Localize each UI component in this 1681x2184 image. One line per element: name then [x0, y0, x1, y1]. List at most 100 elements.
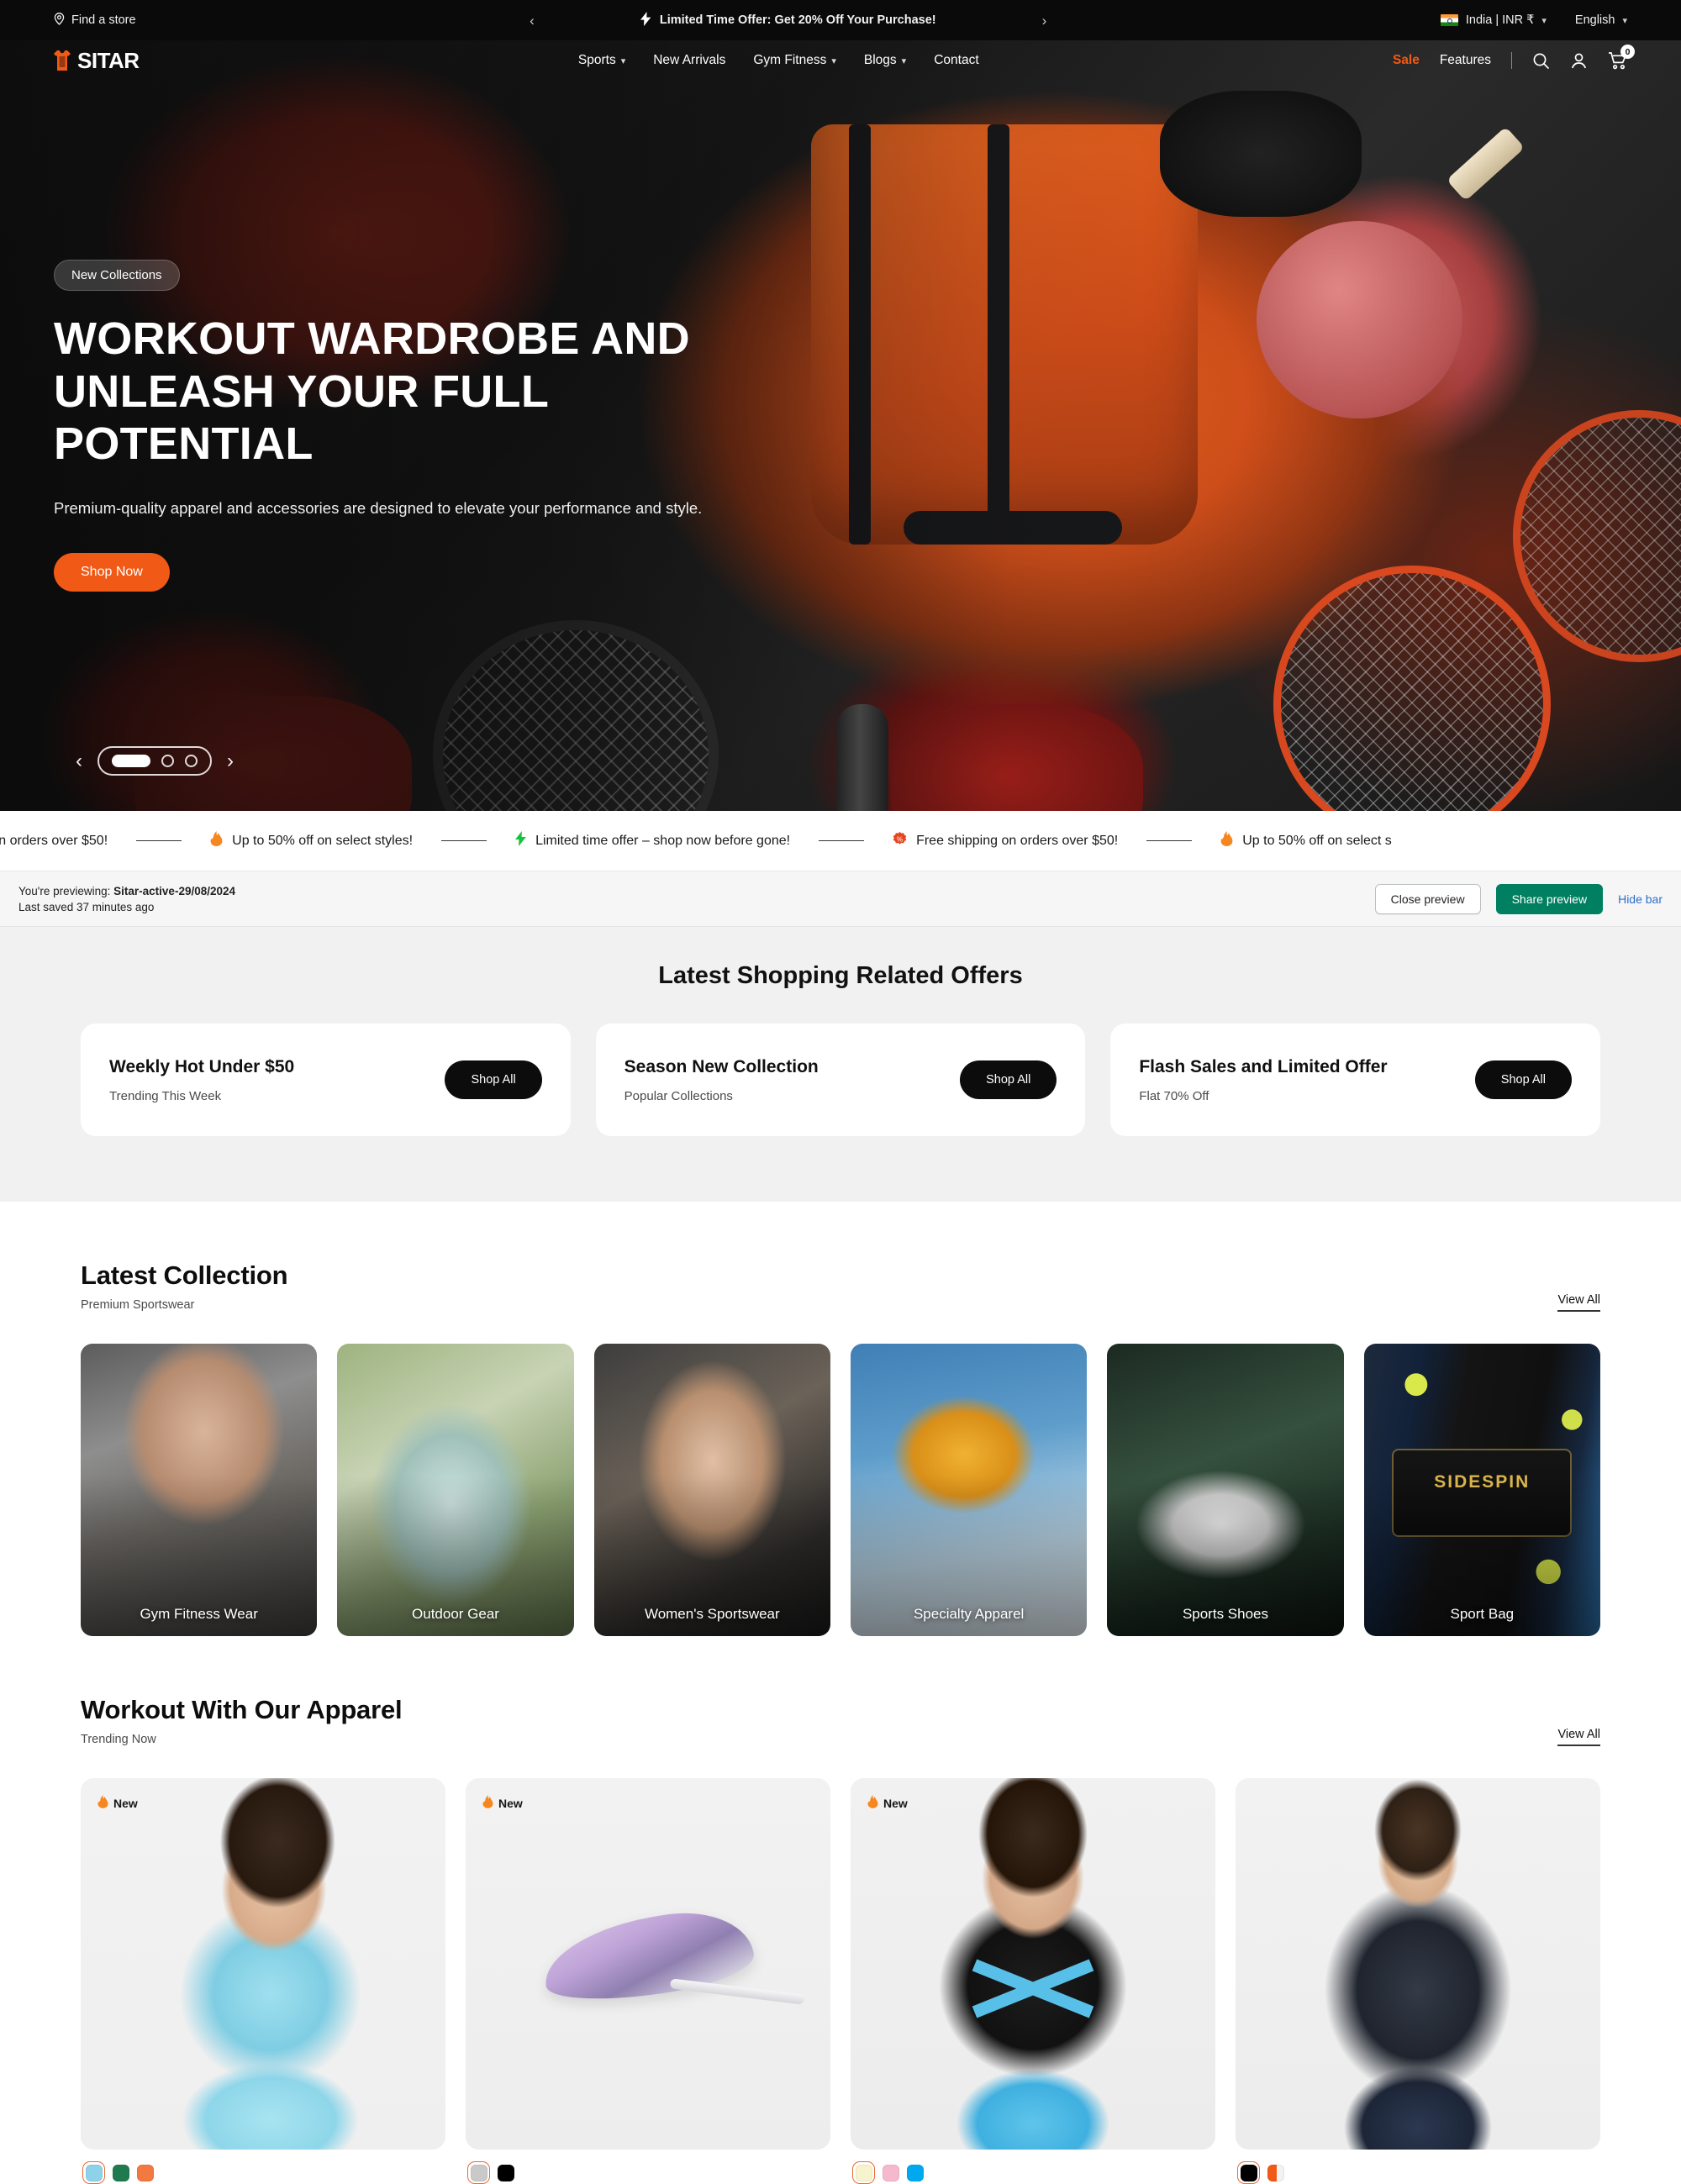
brand-logo[interactable]: SITAR: [54, 48, 140, 74]
nav-item-gym-fitness[interactable]: Gym Fitness ▾: [753, 53, 836, 68]
collection-card-gym-fitness-wear[interactable]: Gym Fitness Wear: [81, 1344, 318, 1636]
collection-label: Sport Bag: [1450, 1606, 1515, 1622]
hide-bar-link[interactable]: Hide bar: [1618, 892, 1663, 906]
hero-next-icon[interactable]: ›: [227, 750, 234, 771]
close-preview-button[interactable]: Close preview: [1374, 883, 1481, 914]
status-badge: New: [482, 1795, 523, 1811]
offer-title: Weekly Hot Under $50: [109, 1056, 295, 1076]
status-badge: New: [97, 1795, 138, 1811]
color-swatch-selected[interactable]: [852, 2161, 875, 2184]
offer-card[interactable]: Season New Collection Popular Collection…: [595, 1024, 1086, 1136]
offer-shop-all-button[interactable]: Shop All: [1474, 1060, 1573, 1099]
view-all-products-link[interactable]: View All: [1557, 1728, 1600, 1746]
badge-label: New: [498, 1796, 523, 1810]
offers-row: Weekly Hot Under $50 Trending This Week …: [0, 1024, 1681, 1136]
hero-dot-1[interactable]: [112, 755, 150, 767]
badge-label: New: [113, 1796, 138, 1810]
collection-label: Sports Shoes: [1182, 1606, 1268, 1622]
image-overlay: [337, 1344, 574, 1636]
color-swatch-selected[interactable]: [1237, 2161, 1260, 2184]
offer-shop-all-button[interactable]: Shop All: [960, 1060, 1057, 1099]
badge-label: New: [883, 1796, 908, 1810]
country-currency-selector[interactable]: India | INR ₹ ▾: [1440, 13, 1547, 27]
image-overlay: [81, 1344, 318, 1636]
main-navigation: Sports ▾ New Arrivals Gym Fitness ▾ Blog…: [165, 53, 1393, 68]
preview-info: You're previewing: Sitar-active-29/08/20…: [18, 885, 235, 913]
nav-item-sports[interactable]: Sports ▾: [578, 53, 625, 68]
site-header: SITAR Sports ▾ New Arrivals Gym Fitness …: [0, 40, 1681, 81]
find-a-store-link[interactable]: Find a store: [54, 12, 136, 29]
offer-shop-all-button[interactable]: Shop All: [445, 1060, 542, 1099]
nav-item-new-arrivals[interactable]: New Arrivals: [653, 53, 725, 68]
color-swatch[interactable]: [137, 2164, 154, 2181]
swatch-color: [470, 2164, 487, 2181]
marquee-item: Up to 50% off on select s: [1192, 831, 1420, 850]
collection-card-specialty-apparel[interactable]: Specialty Apparel: [850, 1344, 1088, 1636]
product-image[interactable]: [1236, 1778, 1600, 2150]
offer-title: Season New Collection: [624, 1056, 819, 1076]
nav-label: Sports: [577, 53, 616, 67]
collection-card-outdoor-gear[interactable]: Outdoor Gear: [337, 1344, 574, 1636]
preview-actions: Close preview Share preview Hide bar: [1374, 883, 1663, 914]
marquee-text: Up to 50% off on select styles!: [232, 833, 414, 848]
collection-card-womens-sportswear[interactable]: Women's Sportswear: [593, 1344, 830, 1636]
hero-prev-icon[interactable]: ‹: [76, 750, 82, 771]
product-image[interactable]: New: [851, 1778, 1215, 2150]
shopping-cart-icon[interactable]: 0: [1608, 45, 1635, 70]
offers-heading: Latest Shopping Related Offers: [658, 962, 1023, 989]
theme-preview-bar: You're previewing: Sitar-active-29/08/20…: [0, 871, 1681, 927]
collection-label: Gym Fitness Wear: [140, 1606, 258, 1622]
nav-item-blogs[interactable]: Blogs ▾: [864, 53, 906, 68]
color-swatch[interactable]: [113, 2164, 129, 2181]
offer-text: Weekly Hot Under $50 Trending This Week: [109, 1057, 294, 1103]
color-swatch-selected[interactable]: [467, 2161, 490, 2184]
hero-title-line-1: WORKOUT WARDROBE AND: [54, 313, 690, 365]
sale-link[interactable]: Sale: [1393, 53, 1420, 68]
announcement-text: Limited Time Offer: Get 20% Off Your Pur…: [659, 13, 936, 27]
product-image[interactable]: New: [81, 1778, 445, 2150]
product-card: New: [851, 1778, 1215, 2184]
image-overlay: [593, 1344, 830, 1636]
marquee-item: % e shipping on orders over $50!: [0, 832, 136, 850]
offer-text: Season New Collection Popular Collection…: [624, 1057, 819, 1103]
previewing-prefix: You're previewing:: [18, 884, 114, 897]
storefront-page: Find a store ‹ Limited Time Offer: Get 2…: [0, 0, 1681, 2184]
marquee-text: Free shipping on orders over $50!: [916, 833, 1119, 848]
hero-dot-2[interactable]: [161, 755, 174, 767]
user-account-icon[interactable]: [1570, 52, 1588, 70]
nav-item-contact[interactable]: Contact: [934, 53, 978, 68]
view-all-collections-link[interactable]: View All: [1557, 1293, 1600, 1312]
color-swatch[interactable]: [1267, 2164, 1284, 2181]
color-swatch[interactable]: [883, 2164, 899, 2181]
product-grid: New New New: [81, 1778, 1600, 2184]
announcement-prev-icon[interactable]: ‹: [524, 12, 540, 29]
announcement-carousel: ‹ Limited Time Offer: Get 20% Off Your P…: [136, 11, 1441, 29]
offer-card[interactable]: Weekly Hot Under $50 Trending This Week …: [81, 1024, 571, 1136]
section-subtitle: Trending Now: [81, 1733, 156, 1746]
color-swatch[interactable]: [498, 2164, 514, 2181]
color-swatches: [466, 2150, 830, 2184]
collection-card-sports-shoes[interactable]: Sports Shoes: [1107, 1344, 1344, 1636]
hero-dot-3[interactable]: [185, 755, 198, 767]
product-photo: [81, 1778, 445, 2150]
share-preview-button[interactable]: Share preview: [1495, 883, 1604, 914]
latest-collection-section: Latest Collection Premium Sportswear Vie…: [0, 1202, 1681, 1636]
search-icon[interactable]: [1532, 52, 1550, 70]
color-swatch[interactable]: [907, 2164, 924, 2181]
offer-card[interactable]: Flash Sales and Limited Offer Flat 70% O…: [1110, 1024, 1601, 1136]
color-swatches: [1236, 2150, 1600, 2184]
hero-shop-now-button[interactable]: Shop Now: [54, 552, 170, 592]
announcement-next-icon[interactable]: ›: [1037, 12, 1052, 29]
announcement-bar: Find a store ‹ Limited Time Offer: Get 2…: [0, 0, 1681, 40]
offer-title: Flash Sales and Limited Offer: [1139, 1056, 1388, 1076]
product-image[interactable]: New: [466, 1778, 830, 2150]
chevron-down-icon: ▾: [901, 55, 907, 66]
divider: [136, 840, 182, 841]
fire-icon: [867, 1795, 878, 1811]
marquee-item: Limited time offer – shop now before gon…: [487, 831, 819, 850]
collection-card-sport-bag[interactable]: SIDESPIN Sport Bag: [1363, 1344, 1600, 1636]
features-link[interactable]: Features: [1440, 53, 1491, 68]
language-selector[interactable]: English ▾: [1575, 13, 1627, 27]
nav-label: Contact: [934, 53, 979, 67]
color-swatch-selected[interactable]: [82, 2161, 105, 2184]
